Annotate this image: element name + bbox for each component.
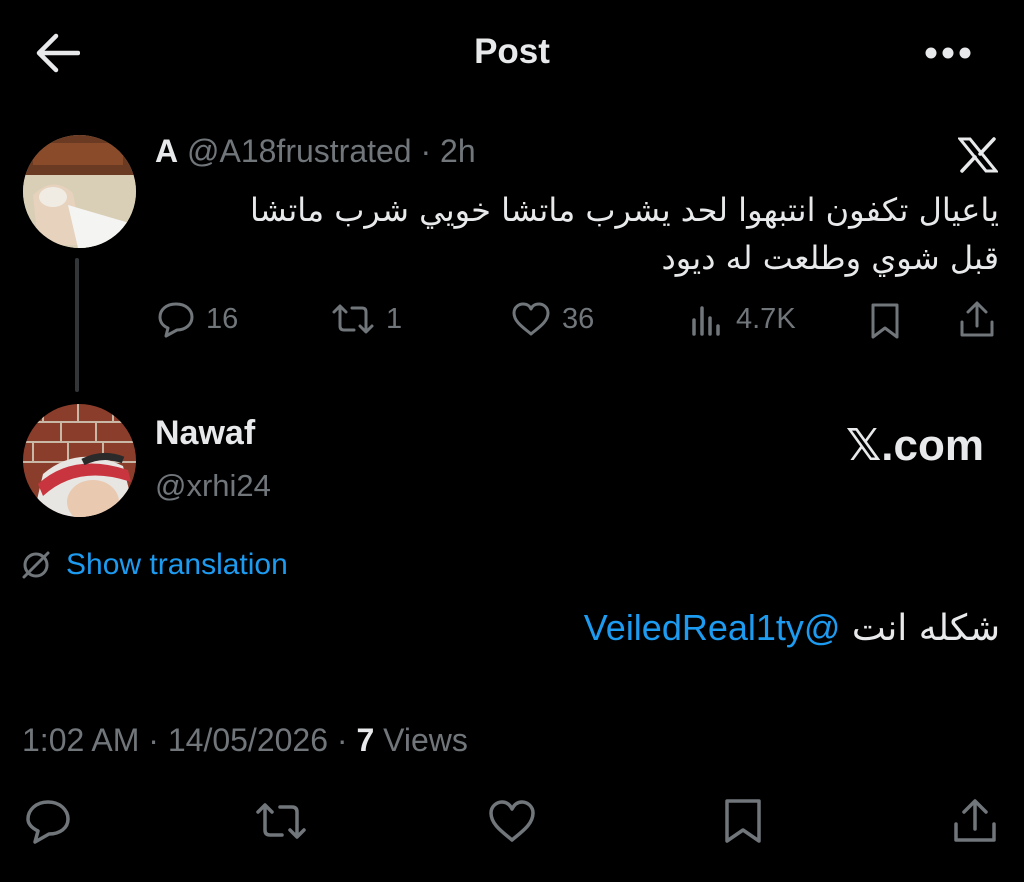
separator: · [420, 133, 432, 169]
heart-icon [512, 302, 550, 336]
main-author-handle[interactable]: @xrhi24 [155, 468, 271, 504]
parent-tweet-text: ياعيال تكفون انتبهوا لحد يشرب ماتشا خويي… [159, 186, 999, 282]
views-icon [692, 306, 720, 336]
repost-button[interactable] [254, 798, 308, 844]
parent-repost-button[interactable]: 1 [330, 300, 402, 338]
separator: · [148, 722, 159, 758]
parent-text-line-2: قبل شوي وطلعت له ديود [661, 239, 999, 277]
post-time: 1:02 AM [22, 722, 140, 758]
x-logo-icon [958, 137, 998, 173]
bookmark-icon [871, 303, 899, 339]
parent-author-line: A @A18frustrated · 2h [155, 133, 476, 170]
repost-icon [256, 803, 306, 839]
separator: · [336, 722, 348, 758]
parent-bookmark-button[interactable] [868, 302, 902, 340]
tweet-body: شكله انت [851, 608, 1000, 649]
main-author-name[interactable]: Nawaf [155, 414, 255, 453]
bookmark-button[interactable] [722, 798, 764, 844]
views-label[interactable]: Views [383, 722, 468, 758]
parent-author-handle[interactable]: @A18frustrated [187, 133, 412, 169]
parent-views-button[interactable]: 4.7K [690, 300, 796, 338]
post-date: 14/05/2026 [167, 722, 328, 758]
thread-connector [75, 258, 79, 392]
reply-icon [158, 302, 194, 338]
bookmark-icon [725, 799, 761, 843]
parent-avatar[interactable] [23, 135, 136, 248]
show-translation-link[interactable]: Show translation [20, 548, 288, 582]
translate-icon [22, 551, 50, 579]
main-tweet-text: شكله انت @VeiledReal1ty [584, 607, 1000, 649]
heart-icon [489, 800, 535, 842]
like-button[interactable] [487, 798, 537, 844]
parent-share-button[interactable] [958, 300, 996, 340]
parent-like-button[interactable]: 36 [510, 300, 594, 338]
main-avatar[interactable] [23, 404, 136, 517]
parent-like-count: 36 [562, 302, 595, 335]
parent-author-name[interactable]: A [155, 133, 178, 169]
show-translation-label[interactable]: Show translation [66, 548, 288, 582]
reply-icon [26, 800, 70, 844]
share-icon [960, 301, 994, 337]
more-horizontal-icon [925, 47, 971, 59]
parent-reply-count: 16 [206, 302, 239, 335]
parent-reply-button[interactable]: 16 [156, 300, 238, 338]
views-count[interactable]: 7 [356, 722, 374, 758]
post-metadata: 1:02 AM · 14/05/2026 · 7 Views [22, 722, 468, 759]
mention-link[interactable]: @VeiledReal1ty [584, 607, 841, 648]
page-title: Post [474, 32, 550, 71]
x-com-watermark: 𝕏.com [845, 421, 984, 470]
parent-timestamp[interactable]: 2h [440, 133, 476, 169]
repost-icon [332, 304, 374, 334]
parent-view-count: 4.7K [736, 302, 796, 335]
share-icon [954, 799, 996, 842]
more-options-button[interactable] [924, 46, 972, 60]
share-button[interactable] [952, 798, 998, 844]
reply-button[interactable] [24, 798, 72, 844]
parent-repost-count: 1 [386, 302, 403, 335]
parent-text-line-1: ياعيال تكفون انتبهوا لحد يشرب ماتشا خويي… [250, 191, 999, 229]
